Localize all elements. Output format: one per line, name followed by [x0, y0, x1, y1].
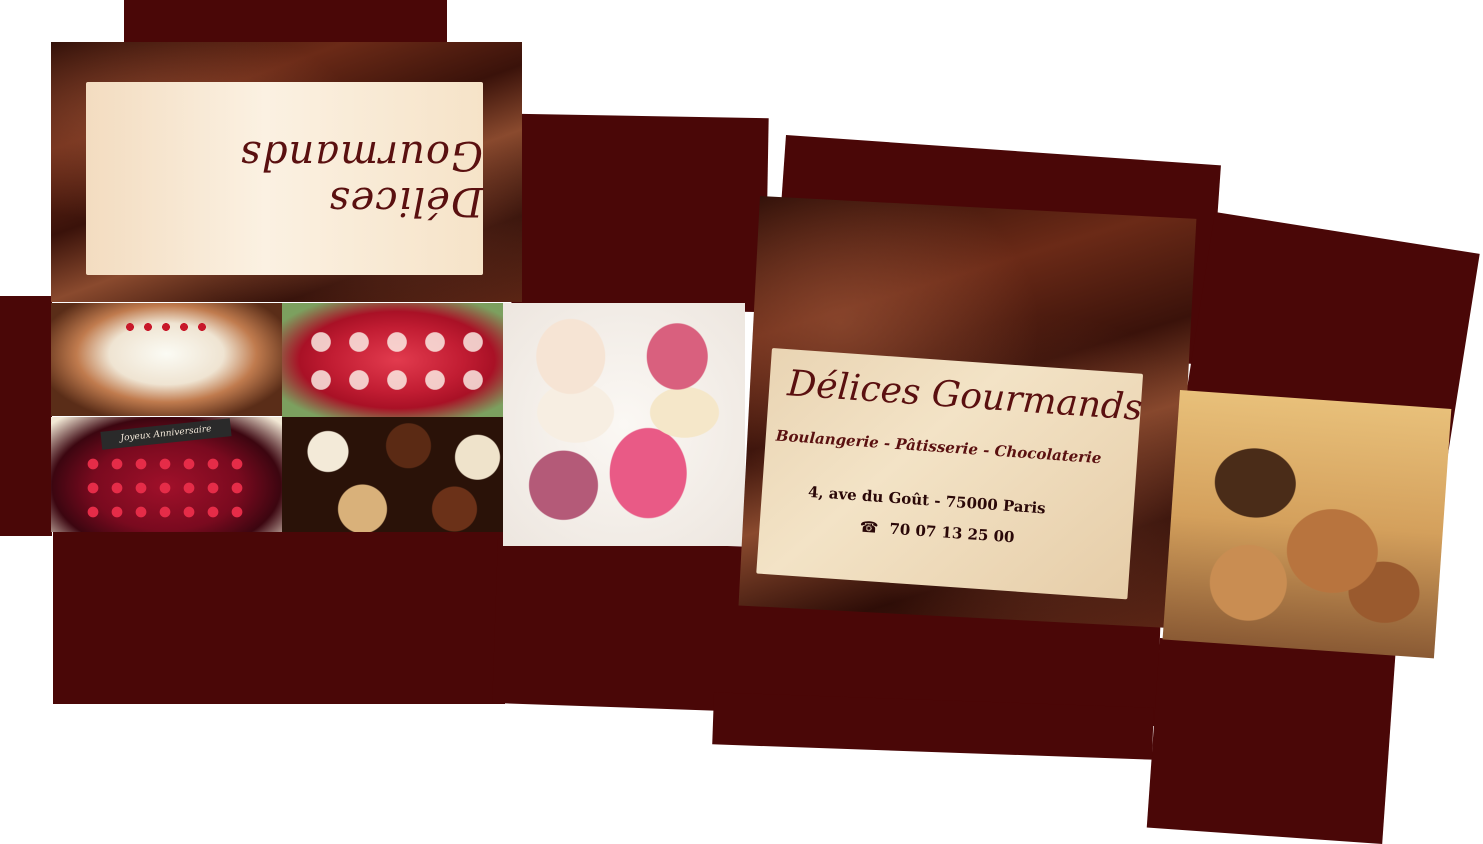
card-brand-name: Délices Gourmands — [786, 363, 1144, 429]
middle-top-flap — [511, 113, 769, 313]
telephone-icon: ☎ — [859, 517, 880, 537]
bottom-panel-right — [1146, 638, 1396, 844]
lid-label: Délices Gourmands — [86, 82, 483, 275]
card-address: 4, ave du Goût - 75000 Paris — [807, 482, 1047, 518]
strawberry-decor — [121, 318, 211, 338]
birthday-cake-photo: Joyeux Anniversaire — [51, 417, 282, 532]
card-tagline: Boulangerie - Pâtisserie - Chocolaterie — [775, 426, 1102, 468]
bread-basket-photo — [1162, 390, 1452, 659]
left-side-flap — [0, 296, 52, 536]
raspberry-decor — [81, 452, 251, 522]
bottom-panel-left — [53, 532, 505, 704]
red-glazed-cake-photo — [282, 303, 512, 417]
card-phone-number: 70 07 13 25 00 — [888, 519, 1016, 547]
cream-dollops — [302, 323, 492, 403]
strawberry-cake-photo — [51, 303, 282, 416]
chocolate-truffles-photo — [282, 417, 512, 532]
card-phone-row: ☎ 70 07 13 25 00 — [859, 517, 1120, 554]
business-card: Délices Gourmands Boulangerie - Pâtisser… — [756, 348, 1144, 600]
macarons-photo — [503, 303, 745, 546]
birthday-banner: Joyeux Anniversaire — [100, 418, 232, 450]
lid-brand-name: Délices Gourmands — [239, 132, 483, 225]
